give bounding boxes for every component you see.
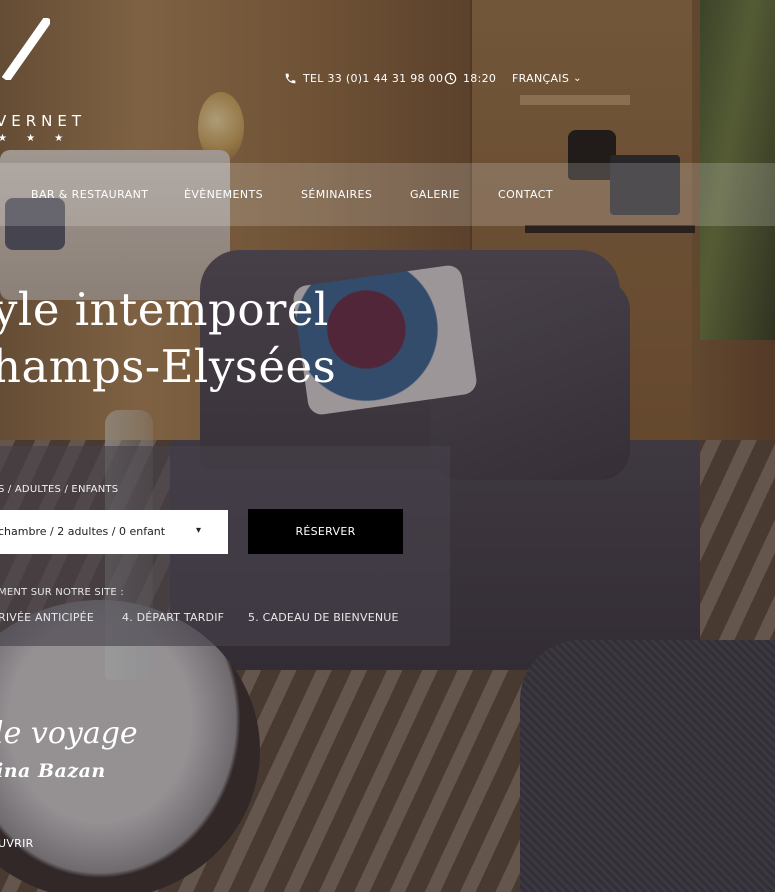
hero-headline-line2: hamps-Elysées — [0, 340, 337, 393]
nav-item-contact[interactable]: CONTACT — [498, 188, 553, 201]
nav-item-evenements[interactable]: ÈVÈNEMENTS — [184, 188, 263, 201]
occupancy-value: chambre / 2 adultes / 0 enfant — [0, 525, 166, 538]
story-author: ina Bazan — [0, 760, 106, 782]
nav-item-galerie[interactable]: GALERIE — [410, 188, 460, 201]
perk-item: 4. DÉPART TARDIF — [122, 611, 225, 624]
hero-headline-line1: yle intemporel — [0, 283, 329, 336]
reserve-button[interactable]: RÉSERVER — [248, 509, 403, 554]
logo-text[interactable]: VERNET — [0, 112, 86, 130]
occupancy-select[interactable]: chambre / 2 adultes / 0 enfant ▾ — [0, 510, 228, 554]
chevron-down-icon: ▾ — [196, 525, 202, 536]
phone-number: TEL 33 (0)1 44 31 98 00 — [303, 72, 444, 85]
nav-item-bar-restaurant[interactable]: BAR & RESTAURANT — [31, 188, 148, 201]
local-time: 18:20 — [444, 72, 496, 85]
perk-item: RIVÉE ANTICIPÉE — [0, 611, 94, 624]
perks-title: MENT SUR NOTRE SITE : — [0, 587, 124, 598]
perk-item: 5. CADEAU DE BIENVENUE — [248, 611, 399, 624]
time-value: 18:20 — [463, 72, 497, 85]
occupancy-label: S / ADULTES / ENFANTS — [0, 484, 119, 495]
hotel-stars: ★ ★ ★ — [0, 133, 72, 144]
clock-icon — [444, 72, 457, 85]
language-label: FRANÇAIS — [512, 72, 570, 85]
nav-item-seminaires[interactable]: SÉMINAIRES — [301, 188, 372, 201]
chevron-down-icon: ⌄ — [573, 73, 582, 84]
phone-icon — [285, 73, 296, 84]
language-selector[interactable]: FRANÇAIS ⌄ — [512, 72, 582, 85]
phone-link[interactable]: TEL 33 (0)1 44 31 98 00 — [284, 72, 443, 85]
logo-mark[interactable] — [2, 18, 50, 80]
story-title: le voyage — [0, 716, 138, 751]
discover-link[interactable]: UVRIR — [0, 837, 34, 850]
